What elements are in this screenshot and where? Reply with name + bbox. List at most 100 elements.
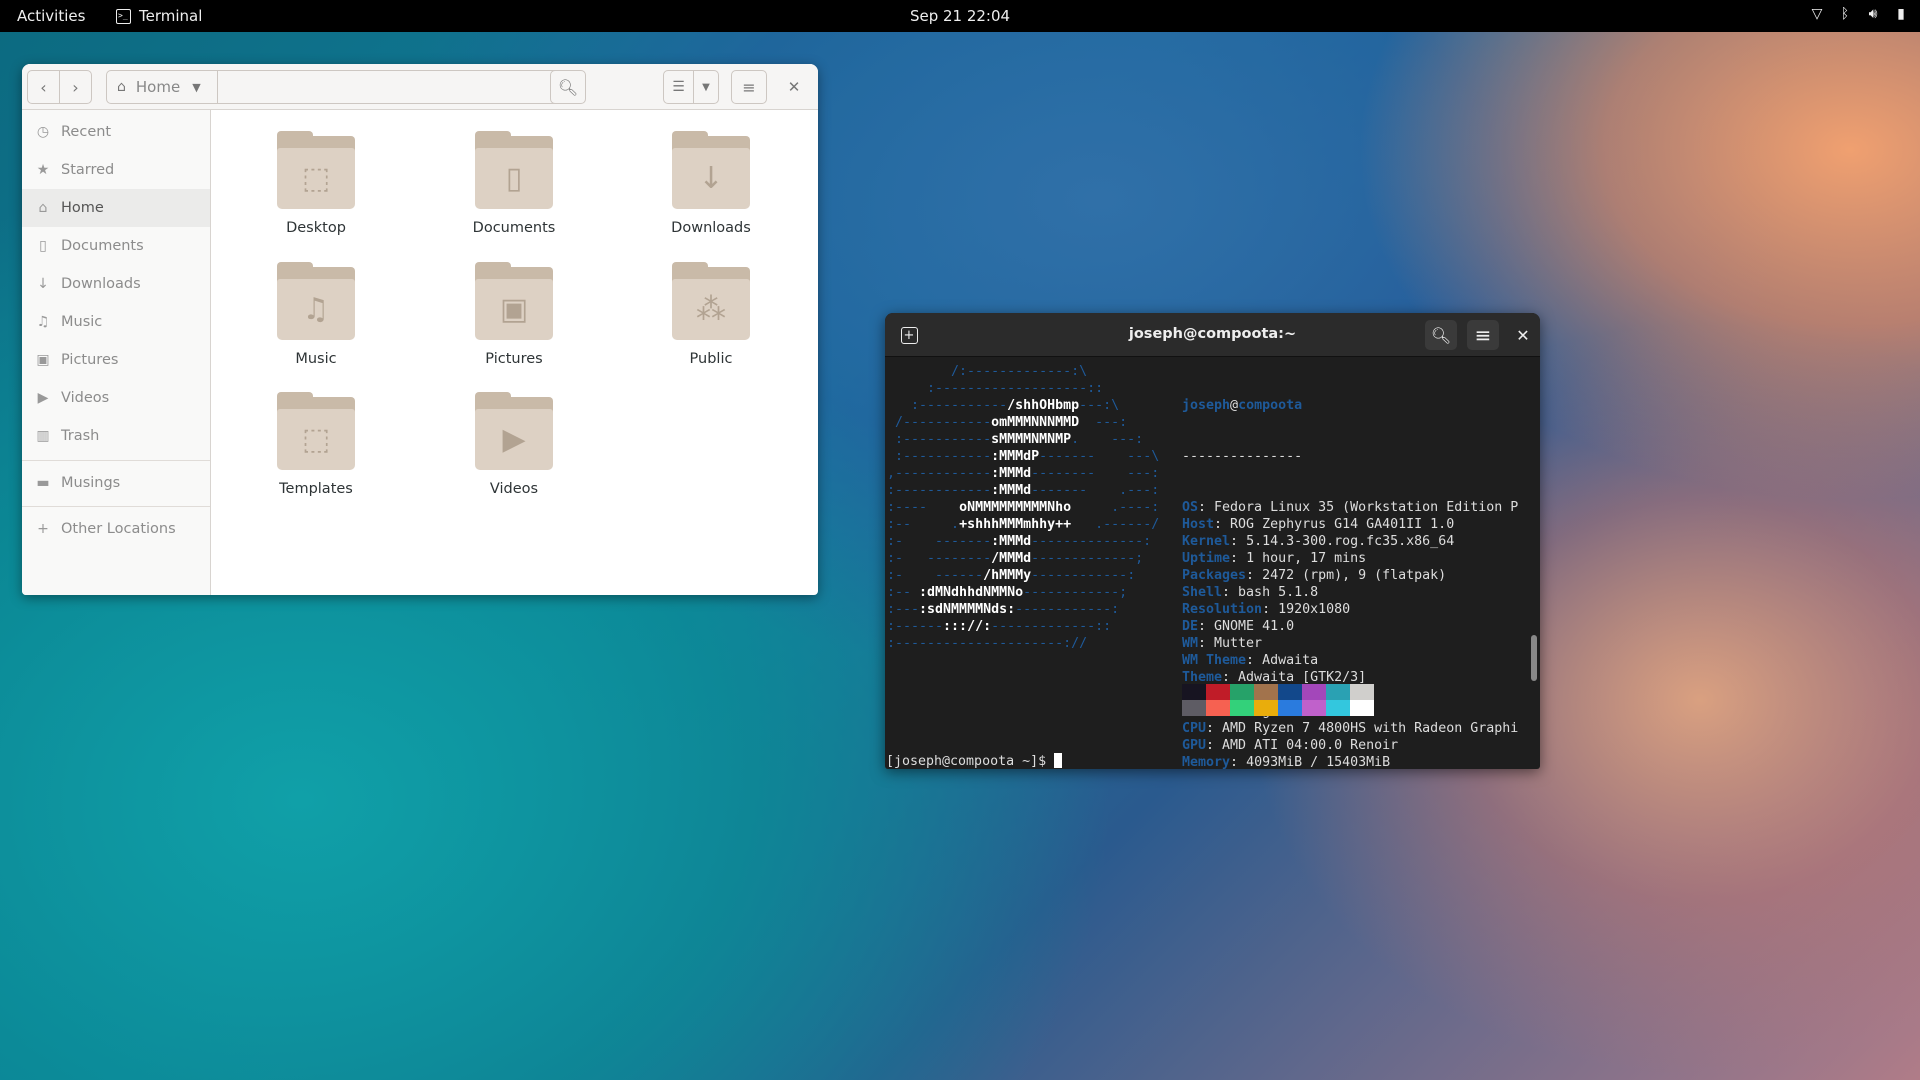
logo-segment: :MMMd <box>991 483 1032 498</box>
logo-segment: :-- . <box>887 517 960 532</box>
logo-segment: :-------------------:: <box>887 381 1104 396</box>
close-button[interactable]: ✕ <box>1511 320 1535 350</box>
info-line: GPU: AMD ATI 04:00.0 Renoir <box>1182 737 1518 754</box>
info-value: 1 hour, 17 mins <box>1246 551 1367 566</box>
view-options-button[interactable]: ▼ <box>693 70 719 104</box>
colon: : <box>1206 738 1223 753</box>
download-icon: ↓ <box>37 276 49 292</box>
palette-swatch <box>1278 684 1302 700</box>
folder-downloads[interactable]: ↓ Downloads <box>641 131 781 236</box>
logo-segment: :------------ <box>887 483 992 498</box>
sidebar-item-home[interactable]: ⌂ Home <box>22 189 210 227</box>
info-key: GPU <box>1182 738 1207 753</box>
camera-icon: ▣ <box>499 292 529 327</box>
view-list-button[interactable]: ☰ <box>663 70 694 104</box>
logo-segment: :- ------- <box>887 534 992 549</box>
folder-label: Public <box>689 351 733 367</box>
location-home[interactable]: Home <box>136 78 180 96</box>
prompt-line[interactable]: [joseph@compoota ~]$ <box>886 753 1063 769</box>
folder-pictures[interactable]: ▣ Pictures <box>444 262 584 367</box>
folder-documents[interactable]: ▯ Documents <box>444 131 584 236</box>
system-tray[interactable]: ▽ ᛒ 🔊︎ ▮ <box>1810 6 1908 22</box>
logo-segment: -------------; <box>1031 551 1144 566</box>
logo-segment: ------------; <box>1023 585 1128 600</box>
logo-line: :-----------/shhOHbmp---:\ <box>887 397 1159 414</box>
menu-button[interactable]: ≡ <box>1467 320 1499 350</box>
sidebar-item-documents[interactable]: ▯ Documents <box>22 227 210 265</box>
menu-button[interactable]: ≡ <box>731 70 767 104</box>
sidebar-item-label: Other Locations <box>61 521 176 537</box>
scrollbar[interactable] <box>1531 635 1537 681</box>
back-button[interactable]: ‹ <box>27 70 60 104</box>
colon: : <box>1262 602 1279 617</box>
divider <box>217 71 218 103</box>
search-button[interactable]: 🔍︎ <box>550 70 586 104</box>
folder-icon: ▬ <box>36 475 50 491</box>
logo-segment: :- ------ <box>887 568 984 583</box>
info-key: WM Theme <box>1182 653 1247 668</box>
logo-segment: :- -------- <box>887 551 992 566</box>
logo-segment: :MMMd <box>991 534 1032 549</box>
logo-segment: -------- ---: <box>1031 466 1160 481</box>
clock[interactable]: Sep 21 22:04 <box>0 7 1920 25</box>
folder-label: Desktop <box>286 220 346 236</box>
info-value: Adwaita [GTK2/3] <box>1238 670 1367 685</box>
sidebar-item-musings[interactable]: ▬ Musings <box>22 464 210 502</box>
app-menu[interactable]: >_ Terminal <box>116 7 202 25</box>
logo-line: :---------------------:// <box>887 635 1159 652</box>
clock-icon: ◷ <box>36 124 50 140</box>
terminal-window: + joseph@compoota:~ 🔍︎ ≡ ✕ /:-----------… <box>885 313 1540 769</box>
palette-swatch <box>1182 700 1206 716</box>
sidebar-item-other-locations[interactable]: + Other Locations <box>22 510 210 548</box>
info-value: AMD ATI 04:00.0 Renoir <box>1222 738 1399 753</box>
bluetooth-icon[interactable]: ᛒ <box>1838 6 1852 22</box>
folder-icon: ♫ <box>277 262 355 340</box>
logo-segment: :sdNMMMMNds: <box>919 602 1016 617</box>
plus-icon: + <box>37 521 49 537</box>
hamburger-icon: ≡ <box>1474 323 1492 347</box>
folder-templates[interactable]: ⬚ Templates <box>246 392 386 497</box>
sidebar-item-recent[interactable]: ◷ Recent <box>22 113 210 151</box>
folder-label: Pictures <box>485 351 543 367</box>
sidebar-item-downloads[interactable]: ↓ Downloads <box>22 265 210 303</box>
forward-button[interactable]: › <box>59 70 92 104</box>
search-button[interactable]: 🔍︎ <box>1425 320 1457 350</box>
colon: : <box>1230 534 1247 549</box>
logo-line: :- ------/hMMMy------------: <box>887 567 1159 584</box>
info-line: Host: ROG Zephyrus G14 GA401II 1.0 <box>1182 516 1518 533</box>
list-icon: ☰ <box>672 79 685 95</box>
sidebar-item-music[interactable]: ♫ Music <box>22 303 210 341</box>
sidebar: ◷ Recent ★ Starred ⌂ Home ▯ Documents ↓ Downloads… <box>22 110 211 595</box>
close-button[interactable]: ✕ <box>779 70 809 104</box>
wifi-icon[interactable]: ▽ <box>1810 6 1824 22</box>
chevron-down-icon[interactable]: ▼ <box>192 81 200 94</box>
video-icon: ▶ <box>37 390 49 406</box>
info-value: Adwaita <box>1262 653 1319 668</box>
folder-label: Videos <box>489 481 539 497</box>
sidebar-item-pictures[interactable]: ▣ Pictures <box>22 341 210 379</box>
activities-button[interactable]: Activities <box>17 7 85 25</box>
logo-segment: . ---: <box>1071 432 1144 447</box>
logo-segment: ---: <box>1079 415 1128 430</box>
battery-icon[interactable]: ▮ <box>1894 6 1908 22</box>
sidebar-item-videos[interactable]: ▶ Videos <box>22 379 210 417</box>
folder-icon: ⬚ <box>277 392 355 470</box>
volume-icon[interactable]: 🔊︎ <box>1866 6 1880 22</box>
folder-public[interactable]: ⁂ Public <box>641 262 781 367</box>
folder-icon: ⬚ <box>277 131 355 209</box>
logo-line: :-- :dMNdhhdNMMNo------------; <box>887 584 1159 601</box>
info-line: Uptime: 1 hour, 17 mins <box>1182 550 1518 567</box>
colon: : <box>1198 636 1215 651</box>
info-line: Packages: 2472 (rpm), 9 (flatpak) <box>1182 567 1518 584</box>
sidebar-item-trash[interactable]: ▥ Trash <box>22 417 210 455</box>
folder-music[interactable]: ♫ Music <box>246 262 386 367</box>
palette-swatch <box>1206 684 1230 700</box>
colon: : <box>1206 721 1223 736</box>
logo-segment: sMMMMNMNMP <box>991 432 1072 447</box>
sidebar-item-starred[interactable]: ★ Starred <box>22 151 210 189</box>
folder-videos[interactable]: ▶ Videos <box>444 392 584 497</box>
logo-segment: :-- <box>887 585 920 600</box>
location-bar[interactable]: ⌂ Home ▼ <box>106 70 564 104</box>
logo-segment: :MMMdP <box>991 449 1040 464</box>
folder-desktop[interactable]: ⬚ Desktop <box>246 131 386 236</box>
